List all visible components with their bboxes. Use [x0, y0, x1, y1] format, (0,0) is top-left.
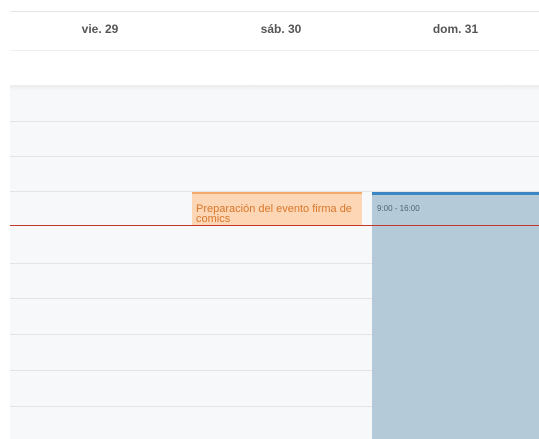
event-time: 9:00 - 16:00 [377, 204, 420, 213]
day-header-sunday[interactable]: dom. 31 [372, 12, 539, 50]
current-time-indicator [10, 225, 539, 226]
event-comic-signing-prep[interactable]: Preparación del evento firma de comics [192, 192, 362, 226]
day-header-friday[interactable]: vie. 29 [10, 12, 190, 50]
event-title: Preparación del evento firma de comics [196, 203, 352, 225]
all-day-row[interactable] [10, 51, 539, 86]
calendar-week-view: vie. 29 sáb. 30 dom. 31 Preparación del … [0, 0, 539, 439]
hour-line [10, 121, 539, 122]
all-day-shadow [10, 85, 539, 91]
hour-line [10, 156, 539, 157]
day-header-row: vie. 29 sáb. 30 dom. 31 [0, 12, 539, 50]
event-sunday-block[interactable]: 9:00 - 16:00 [372, 192, 539, 439]
day-header-saturday[interactable]: sáb. 30 [190, 12, 372, 50]
